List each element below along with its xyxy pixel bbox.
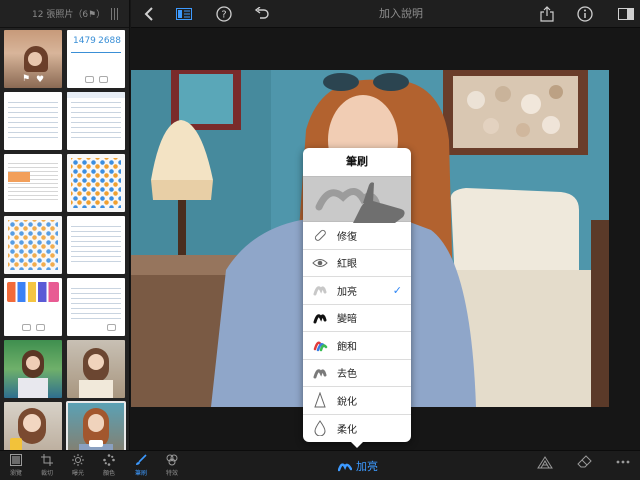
brush-lighten[interactable]: 加亮 ✓ <box>303 277 411 305</box>
photo-browser-sidebar: 12 張照片（6⚑） ⚑ ♥ 1479 2688 <box>0 0 130 461</box>
browse-icon[interactable] <box>174 0 194 28</box>
current-brush-label: 加亮 <box>356 460 378 473</box>
grip-icon[interactable] <box>111 8 121 20</box>
chevron-left-icon[interactable] <box>139 0 159 28</box>
tool-color[interactable]: 顏色 <box>94 454 124 480</box>
light-brush-icon <box>338 463 352 472</box>
popover-arrow <box>349 440 365 448</box>
tool-label: 曝光 <box>71 470 84 477</box>
tool-label: 顏色 <box>102 470 115 477</box>
brush-label: 飽和 <box>337 341 357 353</box>
top-toolbar: ? 加入說明 <box>131 0 640 28</box>
brush-saturate[interactable]: 飽和 <box>303 332 411 360</box>
saturate-brush-icon <box>303 337 337 353</box>
sidebar-header: 12 張照片（6⚑） <box>0 0 129 28</box>
share-icon[interactable] <box>537 0 557 28</box>
brush-label: 修復 <box>337 231 357 243</box>
thumbnail-6[interactable] <box>67 154 125 212</box>
add-caption-title[interactable]: 加入說明 <box>331 0 471 28</box>
dark-brush-icon <box>303 310 337 326</box>
current-brush-button[interactable]: 加亮 <box>338 458 378 474</box>
thumbnail-2[interactable]: 1479 2688 <box>67 30 125 88</box>
thumbnail-7[interactable] <box>4 216 62 274</box>
sidebar-toggle-icon[interactable] <box>615 0 637 28</box>
checkmark-icon: ✓ <box>392 284 402 297</box>
thumbnail-8[interactable] <box>67 216 125 274</box>
brush-darken[interactable]: 變暗 <box>303 305 411 332</box>
tool-brush[interactable]: 筆刷 <box>126 454 156 480</box>
thumbnail-11[interactable] <box>4 340 62 398</box>
brush-label: 柔化 <box>337 424 357 436</box>
eraser-icon[interactable] <box>570 455 600 480</box>
brush-repair[interactable]: 修復 <box>303 222 411 250</box>
tool-label: 特效 <box>165 470 178 477</box>
info-icon[interactable] <box>575 0 595 28</box>
brush-label: 變暗 <box>337 314 357 326</box>
desaturate-brush-icon <box>303 365 337 381</box>
tool-exposure[interactable]: 曝光 <box>63 454 93 480</box>
more-icon[interactable] <box>608 455 638 480</box>
thumbnail-grid: ⚑ ♥ 1479 2688 <box>4 30 126 461</box>
thumbnail-3[interactable] <box>4 92 62 150</box>
brush-label: 銳化 <box>337 396 357 408</box>
bottom-toolbar: 瀏覽 裁切 曝光 顏色 筆刷 特效 加亮 <box>0 450 640 480</box>
stat-right-number: 2688 <box>98 36 121 46</box>
brush-red-eye[interactable]: 紅眼 <box>303 250 411 277</box>
tool-effects[interactable]: 特效 <box>157 454 187 480</box>
tool-label: 筆刷 <box>134 470 147 477</box>
tool-browse[interactable]: 瀏覽 <box>1 454 31 480</box>
brush-popover: 筆刷 修復 紅眼 加亮 ✓ 變暗 飽和 去色 銳化 柔化 <box>303 148 411 442</box>
app-window: 12 張照片（6⚑） ⚑ ♥ 1479 2688 ? 加入說明 筆刷 修復 紅眼… <box>0 0 640 480</box>
stat-left-number: 1479 <box>73 36 96 46</box>
exposure-icon <box>72 454 84 466</box>
heart-icon: ♥ <box>36 75 45 85</box>
color-icon <box>103 454 115 466</box>
popover-title: 筆刷 <box>346 155 368 168</box>
brush-sharpen[interactable]: 銳化 <box>303 387 411 415</box>
bandage-icon <box>303 227 337 243</box>
brush-layers-icon[interactable] <box>530 455 560 480</box>
thumbnail-1[interactable]: ⚑ ♥ <box>4 30 62 88</box>
eye-icon <box>303 257 337 269</box>
thumbnail-9[interactable] <box>4 278 62 336</box>
brush-label: 紅眼 <box>337 259 357 271</box>
browse-icon <box>10 454 22 466</box>
thumbnail-10[interactable] <box>67 278 125 336</box>
flag-icon: ⚑ <box>22 74 31 84</box>
tool-crop[interactable]: 裁切 <box>32 454 62 480</box>
tool-label: 裁切 <box>40 470 53 477</box>
undo-icon[interactable] <box>252 0 272 28</box>
thumbnail-12[interactable] <box>67 340 125 398</box>
brush-label: 加亮 <box>337 286 357 298</box>
effects-icon <box>166 454 178 466</box>
photo-count-label: 12 張照片（6⚑） <box>32 10 106 20</box>
drop-icon <box>303 420 337 437</box>
brush-desaturate[interactable]: 去色 <box>303 360 411 387</box>
help-icon[interactable]: ? <box>214 0 234 28</box>
light-brush-icon <box>303 282 337 298</box>
thumbnail-4[interactable] <box>67 92 125 150</box>
brush-soften[interactable]: 柔化 <box>303 415 411 443</box>
brush-icon <box>136 454 147 465</box>
brush-preview <box>303 176 411 223</box>
svg-text:?: ? <box>221 10 226 21</box>
crop-icon <box>41 454 53 466</box>
tool-label: 瀏覽 <box>9 470 22 477</box>
sharpen-icon <box>303 392 337 408</box>
thumbnail-5[interactable] <box>4 154 62 212</box>
brush-label: 去色 <box>337 369 357 381</box>
